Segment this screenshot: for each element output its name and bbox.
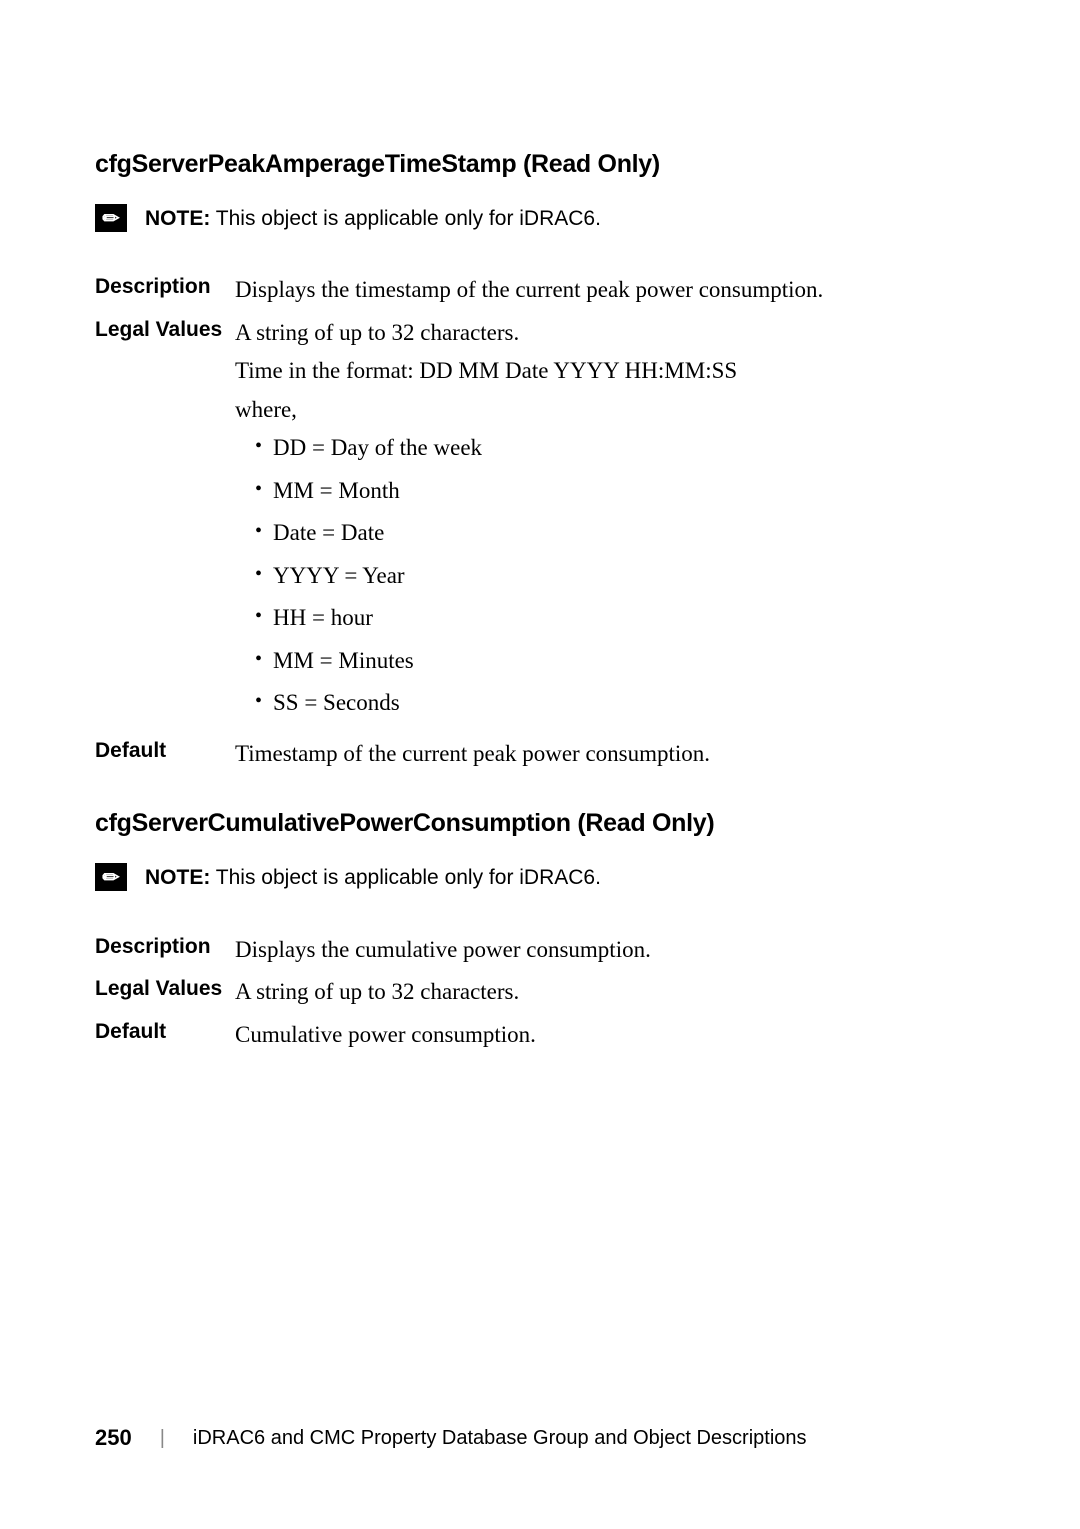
- page-number: 250: [95, 1425, 132, 1451]
- section1-legalvalues-row: Legal Values A string of up to 32 charac…: [95, 316, 985, 737]
- list-item: Date = Date: [255, 516, 985, 551]
- section2-table: Description Displays the cumulative powe…: [95, 933, 985, 1061]
- legalvalues-value: A string of up to 32 characters. Time in…: [235, 316, 985, 737]
- section2-note: ✎ NOTE: This object is applicable only f…: [95, 863, 985, 892]
- note-icon: ✎: [95, 863, 127, 891]
- legalvalues-label: Legal Values: [95, 975, 235, 1018]
- default-value: Timestamp of the current peak power cons…: [235, 737, 985, 780]
- default-label: Default: [95, 737, 235, 780]
- note-label: NOTE:: [145, 207, 210, 230]
- description-label: Description: [95, 273, 235, 316]
- section1-description-row: Description Displays the timestamp of th…: [95, 273, 985, 316]
- legalvalues-list: DD = Day of the week MM = Month Date = D…: [235, 431, 985, 721]
- legalvalues-line2: Time in the format: DD MM Date YYYY HH:M…: [235, 354, 985, 389]
- legalvalues-line3: where,: [235, 393, 985, 428]
- pencil-icon: ✎: [96, 203, 126, 233]
- section2-heading: cfgServerCumulativePowerConsumption (Rea…: [95, 809, 985, 838]
- page-footer: 250 | iDRAC6 and CMC Property Database G…: [95, 1425, 985, 1451]
- section2-legalvalues-row: Legal Values A string of up to 32 charac…: [95, 975, 985, 1018]
- pencil-icon: ✎: [96, 863, 126, 893]
- note-label: NOTE:: [145, 866, 210, 889]
- legalvalues-line1: A string of up to 32 characters.: [235, 316, 985, 351]
- section1-default-row: Default Timestamp of the current peak po…: [95, 737, 985, 780]
- description-label: Description: [95, 933, 235, 976]
- legalvalues-value: A string of up to 32 characters.: [235, 975, 985, 1018]
- legalvalues-label: Legal Values: [95, 316, 235, 737]
- list-item: MM = Minutes: [255, 644, 985, 679]
- default-value: Cumulative power consumption.: [235, 1018, 985, 1061]
- description-value: Displays the cumulative power consumptio…: [235, 933, 985, 976]
- list-item: HH = hour: [255, 601, 985, 636]
- section2: cfgServerCumulativePowerConsumption (Rea…: [95, 809, 985, 1060]
- note-body: This object is applicable only for iDRAC…: [210, 866, 601, 889]
- section2-default-row: Default Cumulative power consumption.: [95, 1018, 985, 1061]
- note-body: This object is applicable only for iDRAC…: [210, 207, 601, 230]
- list-item: YYYY = Year: [255, 559, 985, 594]
- footer-divider: |: [160, 1427, 165, 1450]
- description-value: Displays the timestamp of the current pe…: [235, 273, 985, 316]
- note-text: NOTE: This object is applicable only for…: [145, 863, 601, 892]
- list-item: SS = Seconds: [255, 686, 985, 721]
- list-item: DD = Day of the week: [255, 431, 985, 466]
- section1-note: ✎ NOTE: This object is applicable only f…: [95, 204, 985, 233]
- section2-description-row: Description Displays the cumulative powe…: [95, 933, 985, 976]
- note-icon: ✎: [95, 204, 127, 232]
- footer-title: iDRAC6 and CMC Property Database Group a…: [193, 1427, 807, 1450]
- page-content: cfgServerPeakAmperageTimeStamp (Read Onl…: [0, 0, 1080, 1060]
- note-text: NOTE: This object is applicable only for…: [145, 204, 601, 233]
- list-item: MM = Month: [255, 474, 985, 509]
- section1-heading: cfgServerPeakAmperageTimeStamp (Read Onl…: [95, 150, 985, 179]
- section1-table: Description Displays the timestamp of th…: [95, 273, 985, 779]
- default-label: Default: [95, 1018, 235, 1061]
